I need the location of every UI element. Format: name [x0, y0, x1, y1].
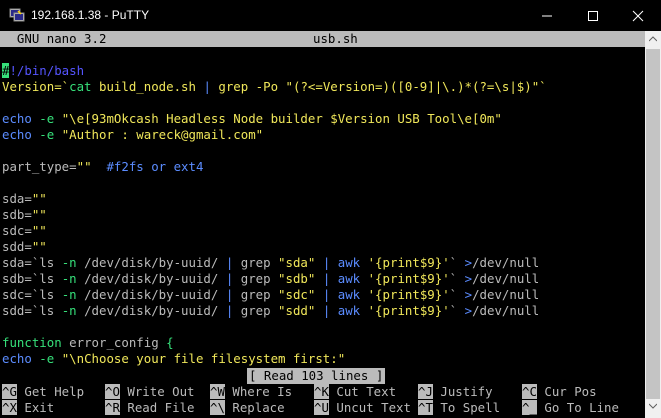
minimize-button[interactable] [524, 0, 570, 31]
code-line-sdb: sdb="" [2, 207, 47, 222]
shortcut-write-out[interactable]: ^O Write Out [105, 384, 202, 400]
shortcut-cut-text[interactable]: ^K Cut Text [314, 384, 411, 400]
code-line-sda: sda="" [2, 191, 47, 206]
shortcut-cur-pos[interactable]: ^C Cur Pos [522, 384, 597, 400]
close-button[interactable] [615, 0, 661, 31]
shortcut-go-to-line[interactable]: ^_ Go To Line [522, 400, 619, 416]
code-line-sdc: sdc="" [2, 223, 47, 238]
scrollbar-thumb[interactable] [646, 49, 660, 399]
shortcut-get-help[interactable]: ^G Get Help [2, 384, 99, 400]
shortcut-replace[interactable]: ^\ Replace [210, 400, 307, 416]
nano-version: GNU nano 3.2 [2, 31, 107, 46]
code-line-sdd: sdd="" [2, 239, 47, 254]
file-name: usb.sh [313, 31, 358, 46]
code-line-5: echo -e "Author : wareck@gmail.com" [2, 127, 264, 142]
code-line-echo-choose: echo -e "\nChoose your file filesystem f… [2, 351, 346, 366]
code-line-ls-sdb: sdb=`ls -n /dev/disk/by-uuid/ | grep "sd… [2, 271, 540, 286]
code-line-function: function error_config { [2, 335, 174, 350]
nano-header: GNU nano 3.2 usb.sh [0, 31, 645, 47]
title-bar[interactable]: 192.168.1.38 - PuTTY [0, 0, 661, 31]
shortcut-exit[interactable]: ^X Exit [2, 400, 99, 416]
code-line-1: #!/bin/bash [2, 63, 85, 78]
maximize-icon [588, 11, 598, 21]
shortcut-justify[interactable]: ^J Justify [418, 384, 515, 400]
code-line-ls-sdc: sdc=`ls -n /dev/disk/by-uuid/ | grep "sd… [2, 287, 540, 302]
vertical-scrollbar[interactable] [645, 31, 661, 418]
status-message: [ Read 103 lines ] [247, 368, 386, 384]
scroll-up-arrow-icon[interactable] [649, 36, 657, 42]
code-line-4: echo -e "\e[93mOkcash Headless Node buil… [2, 111, 502, 126]
maximize-button[interactable] [570, 0, 616, 31]
close-icon [632, 10, 644, 22]
code-line-ls-sdd: sdd=`ls -n /dev/disk/by-uuid/ | grep "sd… [2, 303, 540, 318]
code-line-7: part_type="" #f2fs or ext4 [2, 159, 204, 174]
terminal-area[interactable]: GNU nano 3.2 usb.sh #!/bin/bash Version=… [0, 31, 645, 418]
scroll-down-arrow-icon[interactable] [649, 403, 657, 409]
shortcut-uncut-text[interactable]: ^U Uncut Text [314, 400, 411, 416]
shortcut-where-is[interactable]: ^W Where Is [210, 384, 307, 400]
window-title: 192.168.1.38 - PuTTY [31, 8, 150, 22]
putty-window: 192.168.1.38 - PuTTY GNU nano 3.2 usb.sh… [0, 0, 661, 418]
code-line-2: Version=`cat build_node.sh | grep -Po "(… [2, 79, 547, 94]
putty-app-icon[interactable] [9, 8, 25, 22]
shortcut-to-spell[interactable]: ^T To Spell [418, 400, 515, 416]
code-line-ls-sda: sda=`ls -n /dev/disk/by-uuid/ | grep "sd… [2, 255, 540, 270]
shortcut-read-file[interactable]: ^R Read File [105, 400, 202, 416]
minimize-icon [542, 15, 552, 17]
